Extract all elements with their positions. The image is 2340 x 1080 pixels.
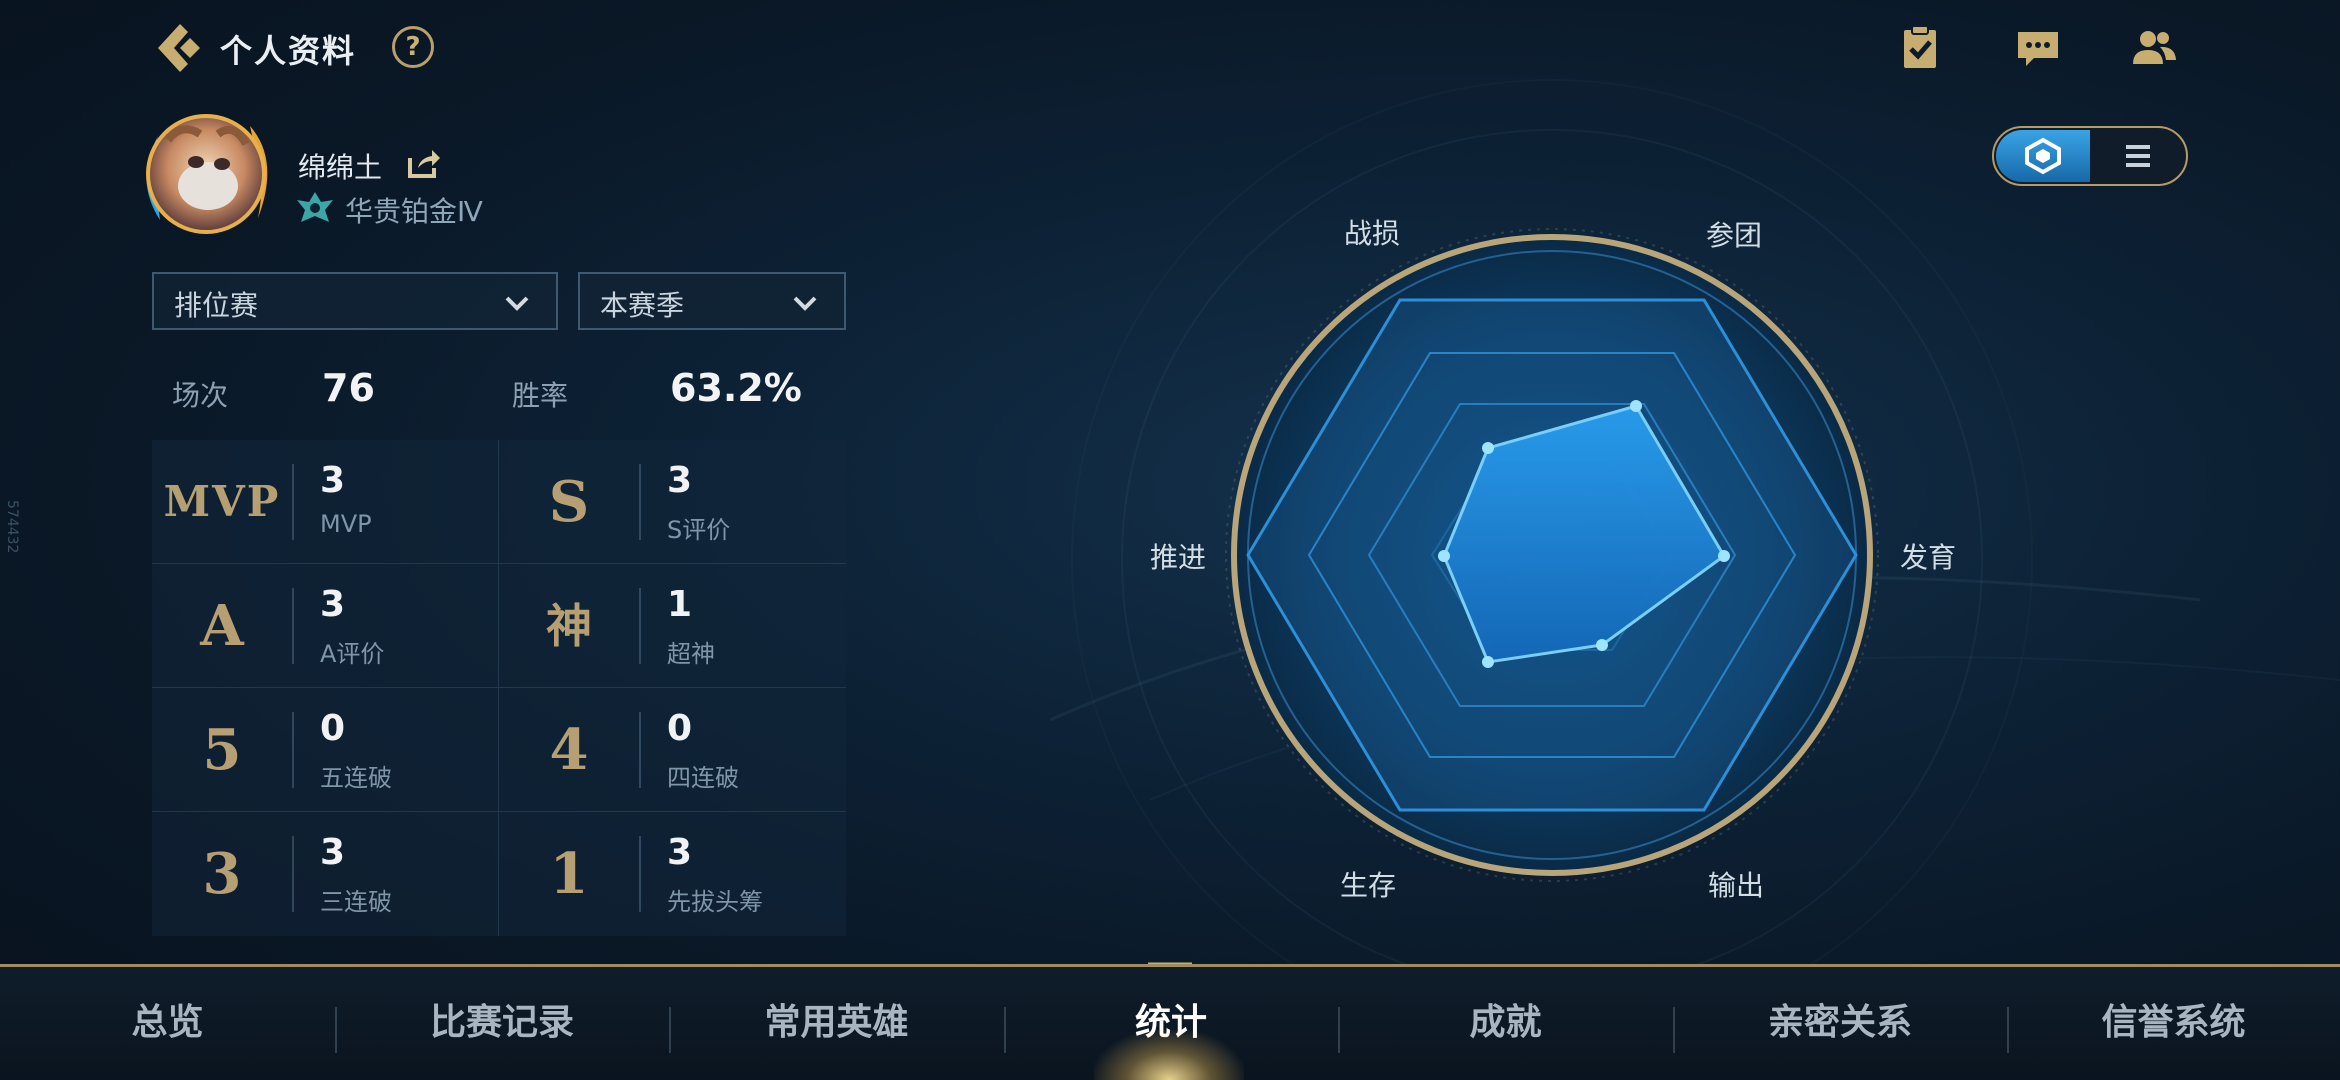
radar-label-damage-taken: 战损 — [1344, 217, 1401, 250]
stats-grid: MVP 3 MVP S 3 S评价 A 3 A评价 神 1 超神 5 0 五连破… — [152, 440, 846, 936]
stat-label: 五连破 — [320, 764, 392, 792]
stat-quadra-kill: 4 0 四连破 — [499, 688, 846, 812]
stat-s-rating: S 3 S评价 — [499, 440, 846, 564]
back-button[interactable] — [150, 20, 206, 76]
stat-legendary: 神 1 超神 — [499, 564, 846, 688]
mvp-emblem: MVP — [163, 477, 281, 526]
winrate-label: 胜率 — [512, 379, 569, 412]
first-blood-emblem: 1 — [549, 841, 589, 907]
quadra-emblem: 4 — [549, 717, 589, 783]
stat-value: 3 — [320, 832, 346, 873]
winrate-value: 63.2% — [670, 366, 802, 410]
tab-credit-system[interactable]: 信誉系统 — [2007, 967, 2340, 1080]
stat-value: 3 — [667, 832, 693, 873]
rank-emblem-icon — [297, 192, 333, 222]
stat-value: 0 — [667, 708, 693, 749]
stat-value: 3 — [320, 460, 346, 501]
tab-statistics[interactable]: 统计 — [1004, 967, 1338, 1080]
chevron-down-icon — [505, 296, 529, 311]
matches-value: 76 — [322, 366, 375, 410]
matches-label: 场次 — [172, 379, 229, 412]
stat-value: 3 — [320, 584, 346, 625]
radar-label-survival: 生存 — [1340, 869, 1397, 902]
radar-label-farming: 发育 — [1900, 541, 1957, 574]
friends-icon — [2133, 31, 2176, 64]
top-bar: 个人资料 ? — [0, 0, 2340, 100]
rank-tier: 华贵铂金Ⅳ — [345, 195, 483, 228]
list-icon — [2126, 145, 2150, 167]
tab-match-history[interactable]: 比赛记录 — [335, 967, 669, 1080]
stat-triple-kill: 3 3 三连破 — [152, 812, 499, 936]
stat-label: 超神 — [667, 640, 715, 668]
stat-label: 三连破 — [320, 888, 392, 916]
match-type-value: 排位赛 — [174, 289, 259, 322]
stat-label: MVP — [320, 510, 372, 538]
help-button[interactable]: ? — [392, 26, 434, 68]
back-arrow-icon — [158, 24, 200, 72]
tab-heroes[interactable]: 常用英雄 — [669, 967, 1004, 1080]
player-name: 绵绵土 — [298, 151, 383, 184]
side-code: 574432 — [4, 500, 20, 554]
friends-button[interactable] — [2130, 24, 2178, 72]
tasks-button[interactable] — [1896, 24, 1944, 72]
stat-value: 3 — [667, 460, 693, 501]
s-emblem: S — [548, 469, 590, 535]
radar-label-damage: 输出 — [1708, 869, 1765, 902]
radar-label-teamfight: 参团 — [1706, 219, 1763, 252]
stat-first-blood: 1 3 先拔头筹 — [499, 812, 846, 936]
bottom-navigation: 总览 比赛记录 常用英雄 统计 成就 亲密关系 信誉系统 — [0, 964, 2340, 1080]
tab-achievements[interactable]: 成就 — [1338, 967, 1673, 1080]
rank-badge — [295, 190, 335, 226]
chevron-down-icon — [793, 296, 817, 311]
stat-label: A评价 — [320, 640, 385, 668]
chat-bubble-icon — [2018, 32, 2058, 66]
stat-value: 0 — [320, 708, 346, 749]
a-emblem: A — [200, 593, 244, 659]
page-title: 个人资料 — [220, 32, 357, 70]
clipboard-check-icon — [1904, 25, 1936, 68]
season-value: 本赛季 — [600, 289, 685, 322]
tab-relationships[interactable]: 亲密关系 — [1673, 967, 2007, 1080]
stat-value: 1 — [667, 584, 693, 625]
match-type-dropdown[interactable]: 排位赛 — [152, 272, 558, 330]
stat-label: S评价 — [667, 516, 731, 544]
stat-label: 先拔头筹 — [667, 888, 763, 916]
avatar[interactable] — [130, 100, 280, 250]
radar-label-push: 推进 — [1150, 541, 1207, 574]
radar-chart: 战损 参团 发育 输出 生存 推进 — [1060, 170, 2060, 950]
avatar-frame-icon — [146, 114, 268, 234]
stat-a-rating: A 3 A评价 — [152, 564, 499, 688]
legendary-emblem: 神 — [546, 599, 592, 653]
season-dropdown[interactable]: 本赛季 — [578, 272, 846, 330]
share-button[interactable] — [406, 148, 442, 180]
stat-mvp: MVP 3 MVP — [152, 440, 499, 564]
list-view-button[interactable] — [2090, 130, 2186, 182]
stat-label: 四连破 — [667, 764, 739, 792]
triple-emblem: 3 — [202, 841, 242, 907]
chat-button[interactable] — [2014, 24, 2062, 72]
stat-penta-kill: 5 0 五连破 — [152, 688, 499, 812]
penta-emblem: 5 — [202, 717, 242, 783]
tab-overview[interactable]: 总览 — [0, 967, 335, 1080]
share-icon — [408, 150, 440, 178]
